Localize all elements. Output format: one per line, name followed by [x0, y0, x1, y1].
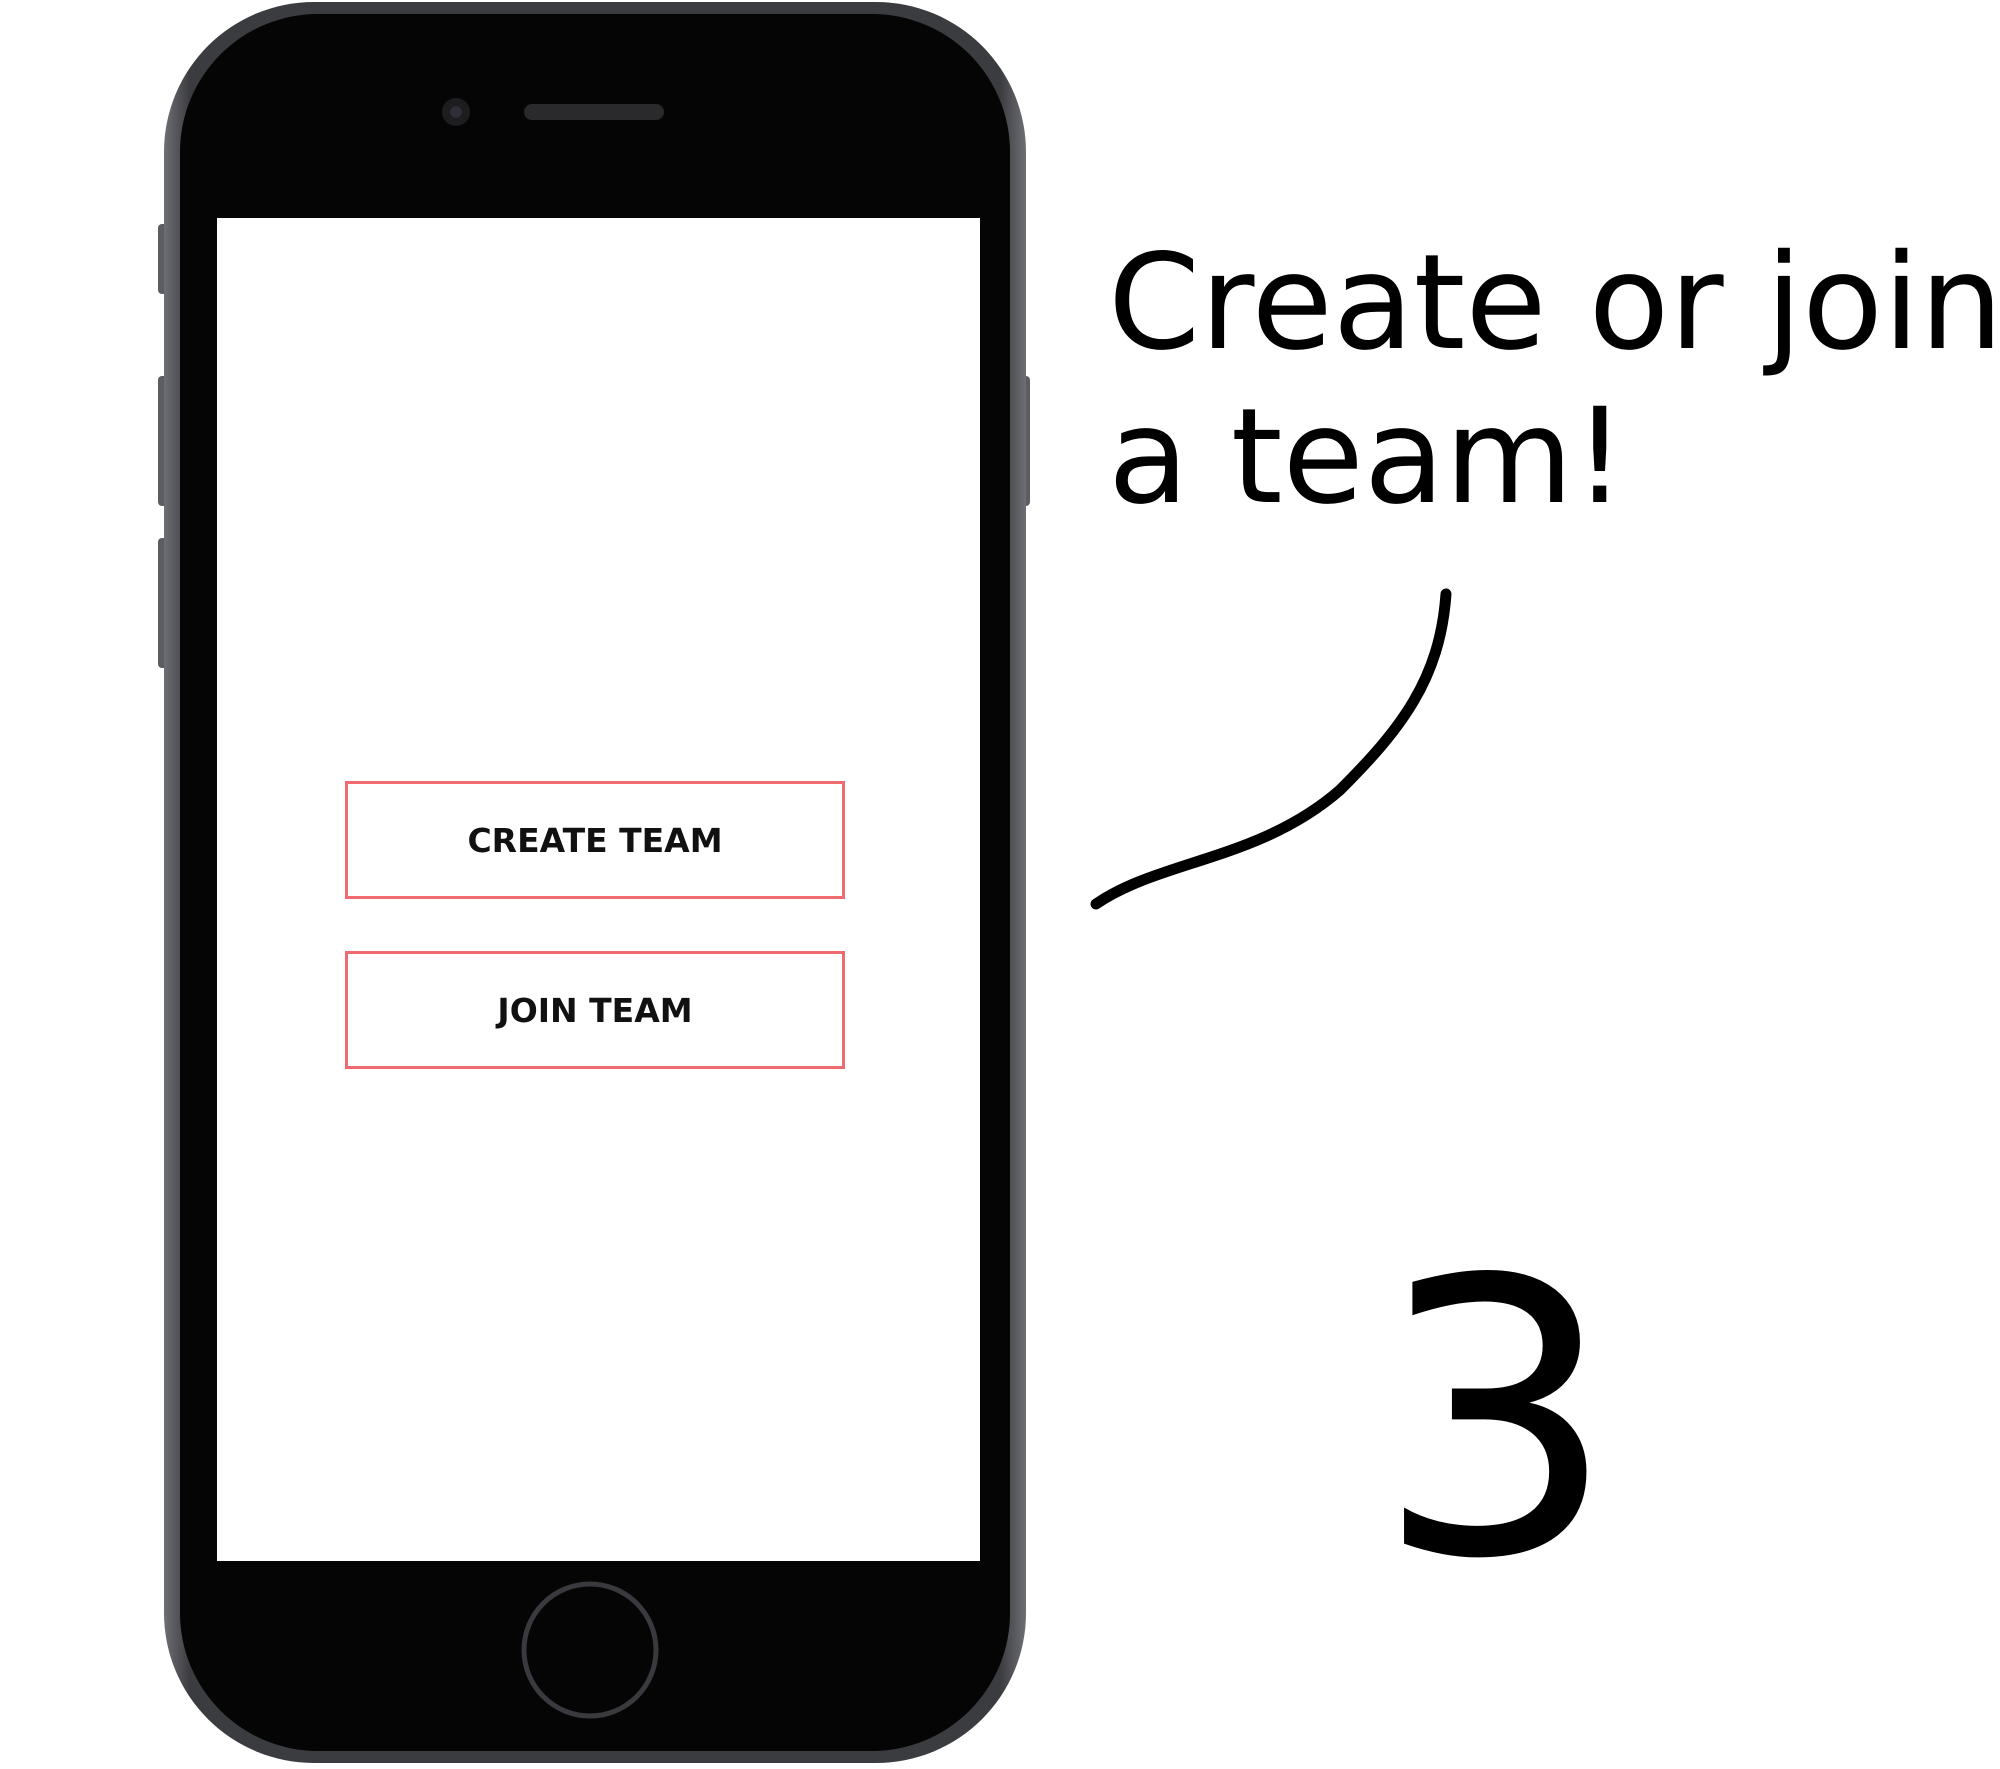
home-button-icon: [521, 1581, 659, 1719]
speaker-grille: [524, 104, 664, 120]
phone-screen: HIPER CREATE TEAM JOIN TEAM: [217, 218, 980, 1561]
mockup-canvas: HIPER CREATE TEAM JOIN TEAM Create or jo…: [0, 0, 2000, 1769]
create-team-button[interactable]: CREATE TEAM: [345, 781, 845, 899]
join-team-button[interactable]: JOIN TEAM: [345, 951, 845, 1069]
